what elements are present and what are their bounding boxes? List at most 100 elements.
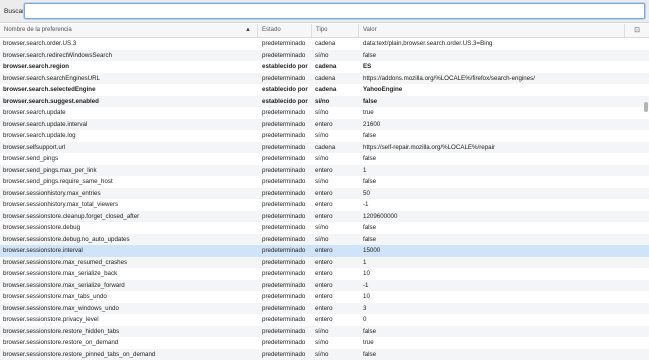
- table-row[interactable]: browser.send_pings.require_same_hostpred…: [0, 176, 649, 188]
- column-header-name-label: Nombre de la preferencia: [4, 27, 72, 33]
- table-row[interactable]: browser.search.update.logpredeterminados…: [0, 130, 649, 142]
- column-header-status[interactable]: Estado: [258, 24, 312, 37]
- column-picker-icon[interactable]: ⊡: [625, 24, 649, 37]
- table-row[interactable]: browser.search.redirectWindowsSearchpred…: [0, 50, 649, 62]
- cell-value: https://self-repair.mozilla.org/%LOCALE%…: [363, 142, 643, 154]
- cell-name: browser.sessionstore.cleanup.forget_clos…: [3, 211, 255, 223]
- table-row[interactable]: browser.selfsupport.urlpredeterminadocad…: [0, 142, 649, 154]
- search-label: Buscar:: [4, 8, 26, 15]
- table-row[interactable]: browser.sessionhistory.max_total_viewers…: [0, 199, 649, 211]
- cell-type: sí/no: [315, 234, 355, 246]
- table-row[interactable]: browser.sessionstore.debug.no_auto_updat…: [0, 234, 649, 246]
- cell-value: YahooEngine: [363, 84, 643, 96]
- cell-name: browser.sessionstore.restore_on_demand: [3, 337, 255, 349]
- cell-value: false: [363, 96, 643, 108]
- cell-name: browser.send_pings.require_same_host: [3, 176, 255, 188]
- cell-status: predeterminado: [262, 211, 310, 223]
- cell-type: cadena: [315, 73, 355, 85]
- cell-name: browser.sessionstore.debug.no_auto_updat…: [3, 234, 255, 246]
- cell-type: entero: [315, 314, 355, 326]
- cell-type: sí/no: [315, 176, 355, 188]
- cell-type: sí/no: [315, 326, 355, 338]
- cell-value: false: [363, 176, 643, 188]
- cell-value: false: [363, 234, 643, 246]
- cell-type: entero: [315, 245, 355, 257]
- cell-status: predeterminado: [262, 314, 310, 326]
- cell-type: sí/no: [315, 153, 355, 165]
- cell-name: browser.search.suggest.enabled: [3, 96, 255, 108]
- cell-status: predeterminado: [262, 73, 310, 85]
- table-row[interactable]: browser.sessionstore.cleanup.forget_clos…: [0, 211, 649, 223]
- table-row[interactable]: browser.search.updatepredeterminadosí/no…: [0, 107, 649, 119]
- table-row[interactable]: browser.send_pingspredeterminadosí/nofal…: [0, 153, 649, 165]
- table-row[interactable]: browser.search.regionestablecido por ...…: [0, 61, 649, 73]
- cell-value: 1209600000: [363, 211, 643, 223]
- cell-value: 1: [363, 257, 643, 269]
- cell-name: browser.sessionstore.restore_hidden_tabs: [3, 326, 255, 338]
- search-input[interactable]: [24, 3, 645, 19]
- table-row[interactable]: browser.sessionstore.intervalpredetermin…: [0, 245, 649, 257]
- table-row[interactable]: browser.search.selectedEngineestablecido…: [0, 84, 649, 96]
- table-row[interactable]: browser.send_pings.max_per_linkpredeterm…: [0, 165, 649, 177]
- table-row[interactable]: browser.sessionstore.debug predeterminado…: [0, 222, 649, 234]
- cell-value: 1: [363, 165, 643, 177]
- table-row[interactable]: browser.sessionstore.restore_pinned_tabs…: [0, 349, 649, 360]
- cell-name: browser.sessionstore.max_serialize_forwa…: [3, 280, 255, 292]
- cell-status: predeterminado: [262, 165, 310, 177]
- cell-status: predeterminado: [262, 349, 310, 360]
- table-row[interactable]: browser.sessionstore.max_resumed_crashes…: [0, 257, 649, 269]
- cell-type: sí/no: [315, 50, 355, 62]
- scrollbar-thumb[interactable]: [644, 102, 648, 112]
- cell-value: -1: [363, 199, 643, 211]
- cell-value: false: [363, 222, 643, 234]
- cell-status: predeterminado: [262, 107, 310, 119]
- cell-value: ES: [363, 61, 643, 73]
- cell-name: browser.sessionstore.max_windows_undo: [3, 303, 255, 315]
- cell-status: predeterminado: [262, 326, 310, 338]
- cell-name: browser.sessionstore.max_serialize_back: [3, 268, 255, 280]
- cell-status: predeterminado: [262, 268, 310, 280]
- cell-value: https://addons.mozilla.org/%LOCALE%/fire…: [363, 73, 643, 85]
- table-row[interactable]: browser.sessionstore.max_serialize_forwa…: [0, 280, 649, 292]
- cell-type: sí/no: [315, 337, 355, 349]
- table-row[interactable]: browser.sessionstore.restore_hidden_tabs…: [0, 326, 649, 338]
- column-header-type[interactable]: Tipo: [312, 24, 359, 37]
- cell-value: 21600: [363, 119, 643, 131]
- cell-type: sí/no: [315, 349, 355, 360]
- cell-type: entero: [315, 188, 355, 200]
- cell-name: browser.search.redirectWindowsSearch: [3, 50, 255, 62]
- table-row[interactable]: browser.search.update.intervalpredetermi…: [0, 119, 649, 131]
- column-header-name[interactable]: Nombre de la preferencia ▲: [0, 24, 258, 37]
- cell-name: browser.send_pings: [3, 153, 255, 165]
- table-row[interactable]: browser.search.order.US.3predeterminadoc…: [0, 38, 649, 50]
- column-header-value-label: Valor: [363, 27, 377, 33]
- table-row[interactable]: browser.sessionstore.max_tabs_undopredet…: [0, 291, 649, 303]
- cell-name: browser.sessionstore.privacy_level: [3, 314, 255, 326]
- cell-value: false: [363, 349, 643, 360]
- cell-status: predeterminado: [262, 291, 310, 303]
- table-row[interactable]: browser.sessionstore.max_serialize_back p…: [0, 268, 649, 280]
- preferences-table: Nombre de la preferencia ▲ Estado Tipo V…: [0, 24, 649, 357]
- cell-name: browser.sessionstore.debug: [3, 222, 255, 234]
- table-row[interactable]: browser.sessionstore.privacy_level predet…: [0, 314, 649, 326]
- cell-name: browser.search.region: [3, 61, 255, 73]
- table-row[interactable]: browser.search.searchEnginesURL predeterm…: [0, 73, 649, 85]
- cell-type: entero: [315, 303, 355, 315]
- column-header-value[interactable]: Valor: [359, 24, 625, 37]
- cell-name: browser.sessionhistory.max_entries: [3, 188, 255, 200]
- cell-value: false: [363, 130, 643, 142]
- cell-status: predeterminado: [262, 337, 310, 349]
- cell-name: browser.search.searchEnginesURL: [3, 73, 255, 85]
- cell-value: true: [363, 107, 643, 119]
- cell-type: entero: [315, 165, 355, 177]
- cell-type: cadena: [315, 61, 355, 73]
- cell-value: 0: [363, 314, 643, 326]
- table-row[interactable]: browser.sessionhistory.max_entriespredet…: [0, 188, 649, 200]
- cell-status: predeterminado: [262, 222, 310, 234]
- cell-type: entero: [315, 268, 355, 280]
- table-row[interactable]: browser.sessionstore.max_windows_undopre…: [0, 303, 649, 315]
- cell-value: 10: [363, 291, 643, 303]
- cell-status: predeterminado: [262, 280, 310, 292]
- table-row[interactable]: browser.search.suggest.enabledestablecid…: [0, 96, 649, 108]
- table-row[interactable]: browser.sessionstore.restore_on_demand pr…: [0, 337, 649, 349]
